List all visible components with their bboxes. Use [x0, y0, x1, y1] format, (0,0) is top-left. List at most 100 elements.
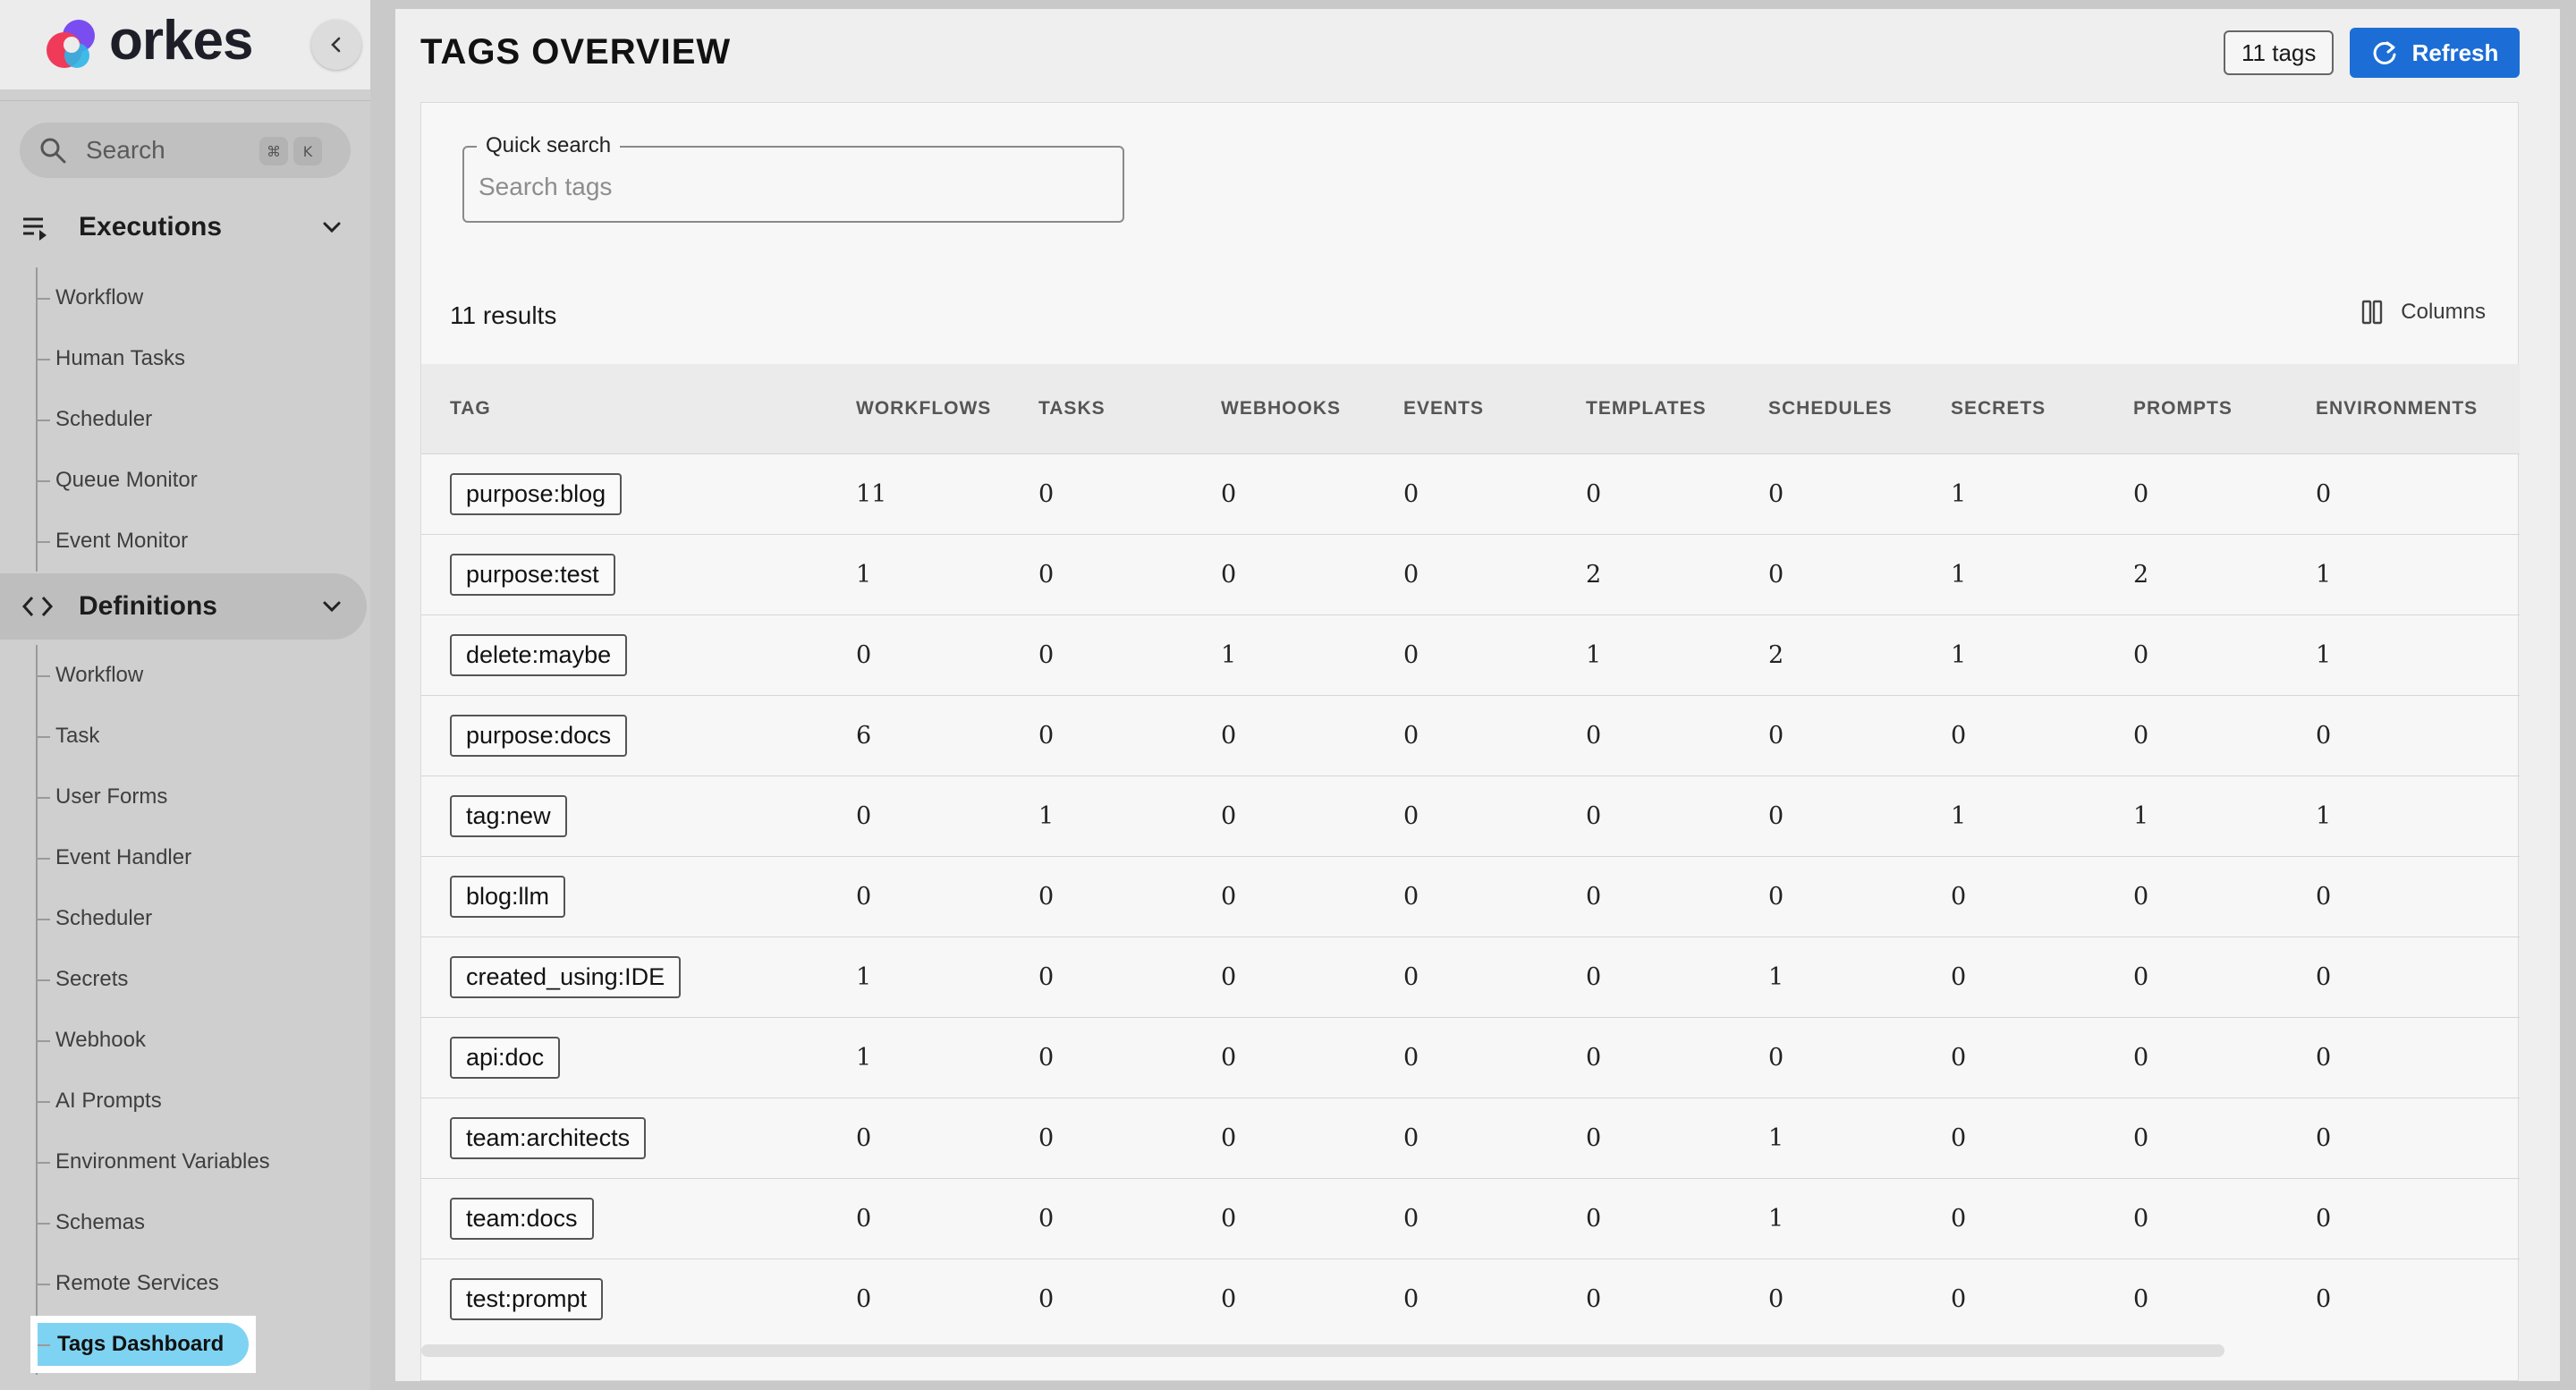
- tag-cell: purpose:blog: [421, 453, 856, 534]
- column-header-environments[interactable]: ENVIRONMENTS: [2316, 364, 2520, 453]
- count-cell-tasks: 0: [1038, 533, 1221, 614]
- table-row: purpose:docs 6 0 0 0 0 0 0 0 0: [421, 694, 2520, 776]
- tag-cell: delete:maybe: [421, 614, 856, 695]
- tag-chip[interactable]: test:prompt: [450, 1277, 604, 1320]
- count-cell-templates: 0: [1586, 936, 1768, 1017]
- column-header-tag[interactable]: TAG: [421, 364, 856, 453]
- table-row: created_using:IDE 1 0 0 0 0 1 0 0 0: [421, 936, 2520, 1017]
- count-cell-environments: 0: [2316, 453, 2520, 534]
- count-cell-prompts: 1: [2133, 775, 2316, 856]
- tag-cell: team:docs: [421, 1177, 856, 1259]
- nav-item-task[interactable]: Task: [38, 706, 367, 767]
- column-header-templates[interactable]: TEMPLATES: [1586, 364, 1768, 453]
- nav-item-remote-services[interactable]: Remote Services: [38, 1253, 367, 1314]
- nav-item-exec-scheduler[interactable]: Scheduler: [38, 389, 367, 450]
- count-cell-events: 0: [1403, 1177, 1586, 1259]
- count-cell-prompts: 0: [2133, 1177, 2316, 1259]
- count-cell-environments: 1: [2316, 614, 2520, 695]
- nav-item-exec-workflow[interactable]: Workflow: [38, 267, 367, 328]
- nav-item-webhook[interactable]: Webhook: [38, 1010, 367, 1071]
- nav-panel: Search ⌘ K Executions Workflow Human Tas…: [0, 100, 370, 1390]
- executions-icon: [23, 217, 47, 241]
- count-cell-tasks: 0: [1038, 936, 1221, 1017]
- count-cell-events: 0: [1403, 1016, 1586, 1098]
- count-cell-secrets: 1: [1951, 453, 2133, 534]
- refresh-button-label: Refresh: [2411, 38, 2499, 66]
- count-cell-prompts: 0: [2133, 1258, 2316, 1339]
- count-cell-templates: 0: [1586, 1016, 1768, 1098]
- column-header-tasks[interactable]: TASKS: [1038, 364, 1221, 453]
- count-cell-templates: 0: [1586, 694, 1768, 776]
- tag-chip[interactable]: purpose:blog: [450, 472, 623, 515]
- collapse-sidebar-button[interactable]: [311, 20, 361, 70]
- table-row: team:architects 0 0 0 0 0 1 0 0 0: [421, 1097, 2520, 1178]
- count-cell-secrets: 0: [1951, 1097, 2133, 1178]
- nav-item-schemas[interactable]: Schemas: [38, 1192, 367, 1253]
- table-body: purpose:blog 11 0 0 0 0 0 1 0 0 purpose:test 1 0 0 0 2 0…: [421, 453, 2520, 1339]
- column-header-workflows[interactable]: WORKFLOWS: [856, 364, 1038, 453]
- nav-item-queue-monitor[interactable]: Queue Monitor: [38, 450, 367, 511]
- refresh-button[interactable]: Refresh: [2350, 28, 2520, 78]
- tag-chip[interactable]: tag:new: [450, 794, 567, 837]
- column-header-webhooks[interactable]: WEBHOOKS: [1221, 364, 1403, 453]
- tag-chip[interactable]: api:doc: [450, 1036, 561, 1079]
- nav-item-event-handler[interactable]: Event Handler: [38, 827, 367, 888]
- table-row: api:doc 1 0 0 0 0 0 0 0 0: [421, 1016, 2520, 1098]
- nav-item-event-monitor[interactable]: Event Monitor: [38, 511, 367, 572]
- count-cell-prompts: 0: [2133, 936, 2316, 1017]
- count-cell-templates: 0: [1586, 1097, 1768, 1178]
- count-cell-templates: 0: [1586, 855, 1768, 937]
- shortcut-key-cmd: ⌘: [259, 137, 288, 165]
- count-cell-webhooks: 0: [1221, 694, 1403, 776]
- count-cell-secrets: 0: [1951, 936, 2133, 1017]
- nav-item-human-tasks[interactable]: Human Tasks: [38, 328, 367, 389]
- tag-cell: created_using:IDE: [421, 936, 856, 1017]
- nav-item-def-scheduler[interactable]: Scheduler: [38, 888, 367, 949]
- column-header-secrets[interactable]: SECRETS: [1951, 364, 2133, 453]
- count-cell-webhooks: 0: [1221, 1177, 1403, 1259]
- table-row: purpose:blog 11 0 0 0 0 0 1 0 0: [421, 453, 2520, 534]
- count-cell-prompts: 0: [2133, 614, 2316, 695]
- quick-search-input[interactable]: [479, 169, 1105, 205]
- count-cell-tasks: 0: [1038, 1097, 1221, 1178]
- tag-chip[interactable]: blog:llm: [450, 875, 566, 918]
- count-cell-webhooks: 0: [1221, 775, 1403, 856]
- code-brackets-icon: [21, 596, 54, 617]
- columns-button[interactable]: Columns: [2361, 300, 2486, 325]
- nav-section-definitions[interactable]: Definitions: [0, 573, 367, 640]
- table-row: blog:llm 0 0 0 0 0 0 0 0 0: [421, 855, 2520, 937]
- count-cell-prompts: 0: [2133, 1016, 2316, 1098]
- tag-chip[interactable]: team:architects: [450, 1116, 647, 1159]
- nav-section-executions[interactable]: Executions: [0, 194, 367, 260]
- nav-item-tags-dashboard[interactable]: Tags Dashboard: [30, 1314, 367, 1375]
- columns-button-label: Columns: [2401, 300, 2486, 324]
- count-cell-webhooks: 0: [1221, 533, 1403, 614]
- column-header-schedules[interactable]: SCHEDULES: [1768, 364, 1951, 453]
- tag-chip[interactable]: created_using:IDE: [450, 955, 682, 998]
- table-row: delete:maybe 0 0 1 0 1 2 1 0 1: [421, 614, 2520, 695]
- column-header-events[interactable]: EVENTS: [1403, 364, 1586, 453]
- count-cell-secrets: 0: [1951, 855, 2133, 937]
- tag-chip[interactable]: purpose:docs: [450, 714, 628, 757]
- tag-chip[interactable]: delete:maybe: [450, 633, 628, 676]
- nav-item-def-workflow[interactable]: Workflow: [38, 645, 367, 706]
- count-cell-webhooks: 0: [1221, 1258, 1403, 1339]
- nav-item-secrets[interactable]: Secrets: [38, 949, 367, 1010]
- count-cell-workflows: 1: [856, 936, 1038, 1017]
- sidebar-search[interactable]: Search ⌘ K: [20, 123, 351, 178]
- definitions-items: Workflow Task User Forms Event Handler S…: [30, 645, 367, 1375]
- count-cell-environments: 0: [2316, 855, 2520, 937]
- count-cell-workflows: 1: [856, 1016, 1038, 1098]
- tag-chip[interactable]: purpose:test: [450, 553, 615, 596]
- nav-item-ai-prompts[interactable]: AI Prompts: [38, 1071, 367, 1131]
- horizontal-scrollbar[interactable]: [421, 1344, 2224, 1357]
- tag-cell: api:doc: [421, 1016, 856, 1098]
- nav-item-user-forms[interactable]: User Forms: [38, 767, 367, 827]
- count-cell-workflows: 1: [856, 533, 1038, 614]
- count-cell-templates: 0: [1586, 1177, 1768, 1259]
- count-cell-templates: 0: [1586, 453, 1768, 534]
- column-header-prompts[interactable]: PROMPTS: [2133, 364, 2316, 453]
- count-cell-webhooks: 1: [1221, 614, 1403, 695]
- nav-item-environment-variables[interactable]: Environment Variables: [38, 1131, 367, 1192]
- tag-chip[interactable]: team:docs: [450, 1197, 594, 1240]
